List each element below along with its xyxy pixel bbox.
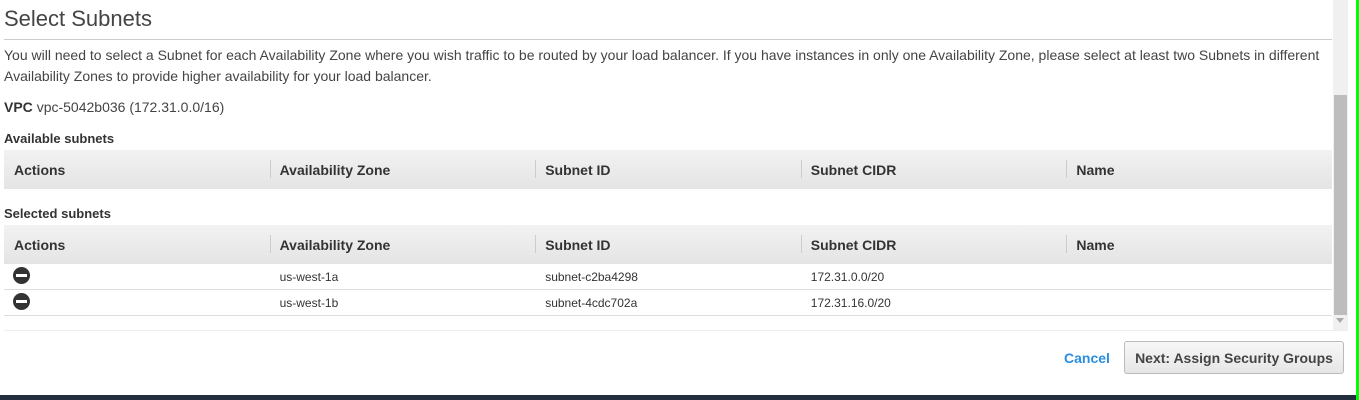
column-name[interactable]: Name: [1066, 225, 1332, 264]
column-name[interactable]: Name: [1066, 150, 1332, 189]
selected-subnets-heading: Selected subnets: [4, 206, 111, 221]
subnet-id: subnet-4cdc702a: [545, 295, 638, 310]
available-subnets-heading: Available subnets: [4, 131, 115, 146]
column-availability-zone[interactable]: Availability Zone: [269, 225, 536, 264]
divider: [4, 39, 1332, 40]
scrollbar[interactable]: [1333, 0, 1348, 330]
table-row: us-west-1b subnet-4cdc702a 172.31.16.0/2…: [4, 290, 1332, 316]
vpc-info: VPC vpc-5042b036 (172.31.0.0/16): [4, 99, 224, 115]
scroll-down-arrow-icon[interactable]: [1336, 318, 1344, 323]
column-subnet-id[interactable]: Subnet ID: [535, 150, 801, 189]
page-title: Select Subnets: [4, 6, 152, 31]
vpc-value: vpc-5042b036 (172.31.0.0/16): [36, 99, 225, 115]
column-availability-zone[interactable]: Availability Zone: [269, 150, 536, 189]
subnet-cidr: 172.31.16.0/20: [810, 295, 891, 310]
description: You will need to select a Subnet for eac…: [4, 47, 1320, 84]
subnet-cidr: 172.31.0.0/20: [810, 269, 885, 284]
column-actions[interactable]: Actions: [4, 225, 270, 264]
vpc-label: VPC: [4, 99, 33, 115]
column-subnet-cidr[interactable]: Subnet CIDR: [800, 150, 1067, 189]
subnet-id: subnet-c2ba4298: [545, 269, 638, 284]
column-subnet-id[interactable]: Subnet ID: [535, 225, 801, 264]
column-subnet-cidr[interactable]: Subnet CIDR: [800, 225, 1067, 264]
cancel-button[interactable]: Cancel: [1064, 350, 1110, 366]
table-row: us-west-1a subnet-c2ba4298 172.31.0.0/20: [4, 264, 1332, 290]
scrollbar-thumb[interactable]: [1334, 95, 1347, 315]
availability-zone: us-west-1a: [279, 269, 339, 284]
divider: [4, 330, 1348, 331]
column-actions[interactable]: Actions: [4, 150, 270, 189]
remove-icon[interactable]: [13, 266, 30, 284]
next-assign-security-groups-button[interactable]: Next: Assign Security Groups: [1124, 341, 1344, 374]
available-subnets-header: Actions Availability Zone Subnet ID Subn…: [4, 150, 1332, 189]
remove-icon[interactable]: [13, 292, 30, 310]
bottom-bar: [0, 395, 1356, 400]
selected-subnets-header: Actions Availability Zone Subnet ID Subn…: [4, 225, 1332, 264]
availability-zone: us-west-1b: [279, 295, 339, 310]
